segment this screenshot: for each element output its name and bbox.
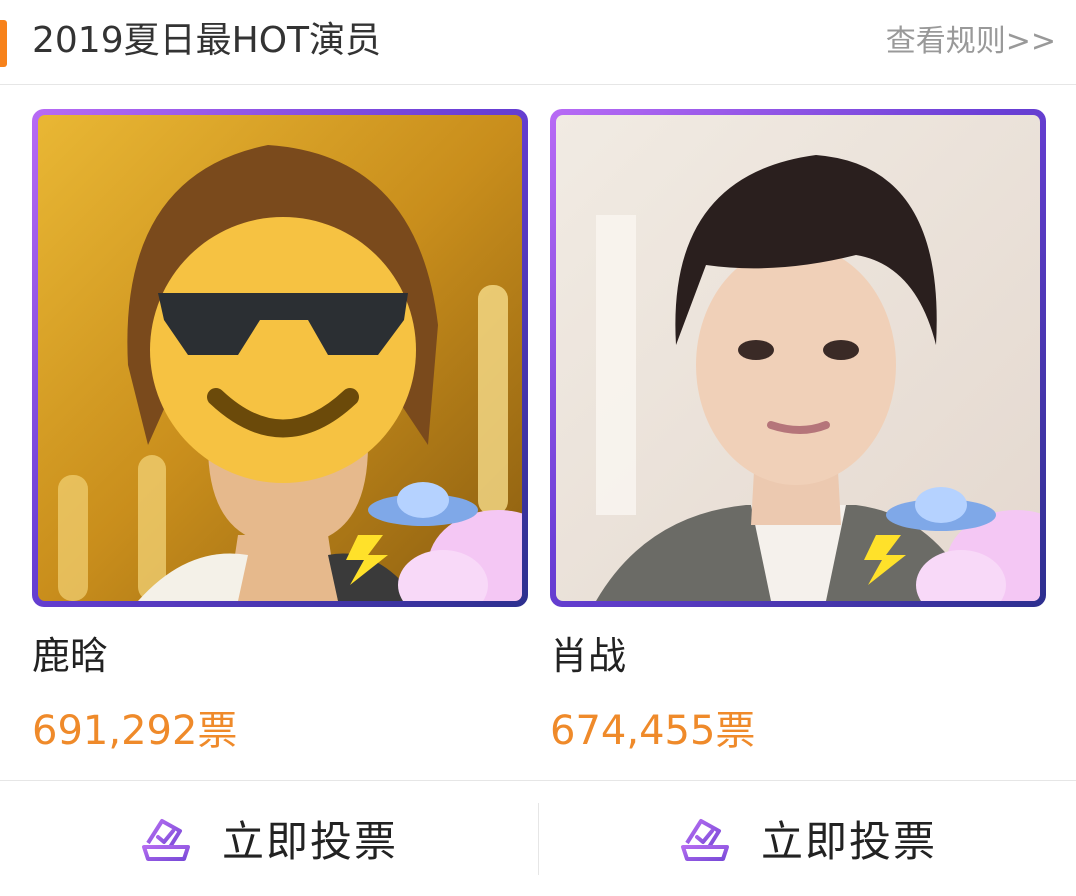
vote-now-button[interactable]: 立即投票 [0, 781, 538, 896]
candidate-vote-count: 691,292票 [32, 708, 238, 754]
section-title: 2019夏日最HOT演员 [32, 20, 382, 61]
candidate-photo-image [556, 115, 1040, 601]
candidate-photo[interactable] [556, 115, 1040, 601]
candidate-photo-frame [32, 109, 528, 607]
vote-now-button[interactable]: 立即投票 [539, 781, 1076, 896]
view-rules-link[interactable]: 查看规则>> [886, 22, 1056, 62]
section-header: 2019夏日最HOT演员 查看规则>> [0, 0, 1076, 85]
vote-now-label: 立即投票 [221, 817, 398, 866]
candidate-photo[interactable] [38, 115, 522, 601]
candidate-name: 肖战 [550, 634, 627, 678]
candidate-card[interactable]: 肖战 674,455票 [550, 109, 1046, 754]
candidate-card[interactable]: 鹿晗 691,292票 [32, 109, 528, 754]
vote-now-label: 立即投票 [760, 817, 937, 866]
candidate-vote-count: 674,455票 [550, 708, 756, 754]
candidate-photo-frame [550, 109, 1046, 607]
candidate-photo-image [38, 115, 522, 601]
ballot-icon [141, 818, 190, 861]
ballot-icon [680, 818, 729, 861]
candidate-name: 鹿晗 [32, 634, 109, 678]
header-accent-bar [0, 20, 7, 67]
